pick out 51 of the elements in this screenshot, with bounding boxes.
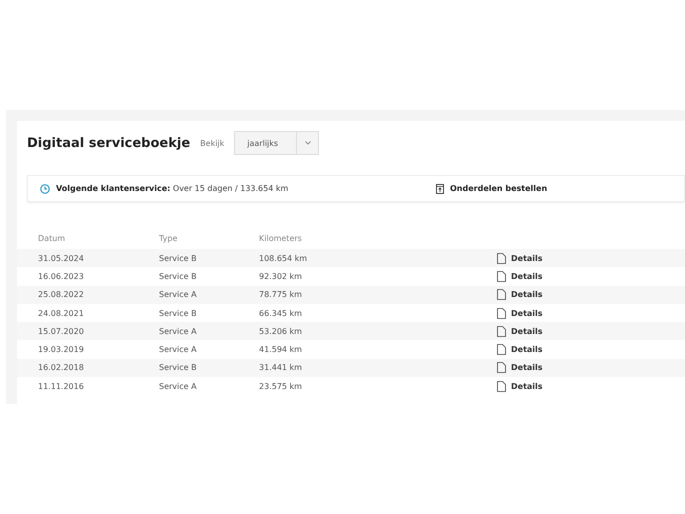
details-link[interactable]: Details (497, 362, 685, 374)
page-title: Digitaal serviceboekje (27, 136, 190, 150)
table-cell-text: 53.206 km (259, 326, 303, 336)
document-icon (497, 362, 506, 374)
document-icon (497, 289, 506, 300)
table-cell-text: 31.441 km (259, 363, 303, 372)
table-cell-text: Service A (159, 290, 198, 300)
table-cell-text: 31.05.2024 (38, 254, 85, 263)
table-cell-text: Service B (159, 254, 198, 263)
column-header: Type (159, 234, 178, 242)
table-cell-text: 66.345 km (259, 308, 303, 318)
table-cell-text: 24.08.2021 (38, 308, 85, 318)
document-icon (497, 344, 506, 356)
table-cell-text: 41.594 km (259, 345, 303, 354)
table-cell-text: 11.11.2016 (38, 382, 85, 391)
table-cell-text: 19.03.2019 (38, 345, 85, 354)
document-icon (497, 308, 506, 319)
details-link[interactable]: Details (497, 344, 685, 356)
table-cell-text: Service A (159, 345, 198, 354)
table-cell-text: 78.775 km (259, 290, 303, 300)
chevron-down-icon (304, 141, 311, 145)
table-cell-text: 23.575 km (259, 382, 303, 391)
details-link[interactable]: Details (497, 289, 685, 300)
table-cell-text: 16.06.2023 (38, 272, 85, 281)
table-cell-text: Service A (159, 326, 198, 336)
next-service-text: Volgende klantenservice: Over 15 dagen / 133.654 km (56, 184, 290, 193)
table-cell-text: Service B (159, 272, 198, 281)
details-link[interactable]: Details (497, 326, 685, 337)
table-cell-text: Service B (159, 308, 198, 318)
table-cell-text: 92.302 km (259, 272, 303, 281)
document-icon (497, 270, 506, 282)
view-label: Bekijk (200, 138, 224, 148)
document-icon (497, 326, 506, 337)
column-header: Kilometers (259, 234, 303, 242)
column-header: Datum (38, 234, 66, 242)
order-parts-link[interactable]: Onderdelen bestellen (436, 184, 548, 194)
details-link[interactable]: Details (497, 308, 685, 319)
view-dropdown[interactable]: jaarlijks (234, 131, 320, 155)
table-cell-text: Service A (159, 382, 198, 391)
details-link[interactable]: Details (497, 252, 685, 264)
table-cell-text: 15.07.2020 (38, 326, 85, 336)
details-link[interactable]: Details (497, 380, 685, 392)
clock-icon (40, 184, 50, 194)
details-link[interactable]: Details (497, 270, 685, 282)
table-cell-text: Service B (159, 363, 198, 372)
table-cell-text: 108.654 km (259, 254, 308, 263)
document-icon (497, 380, 506, 392)
document-icon (497, 252, 506, 264)
table-cell-text: 25.08.2022 (38, 290, 85, 300)
document-icon (436, 184, 444, 194)
table-cell-text: 16.02.2018 (38, 363, 85, 372)
